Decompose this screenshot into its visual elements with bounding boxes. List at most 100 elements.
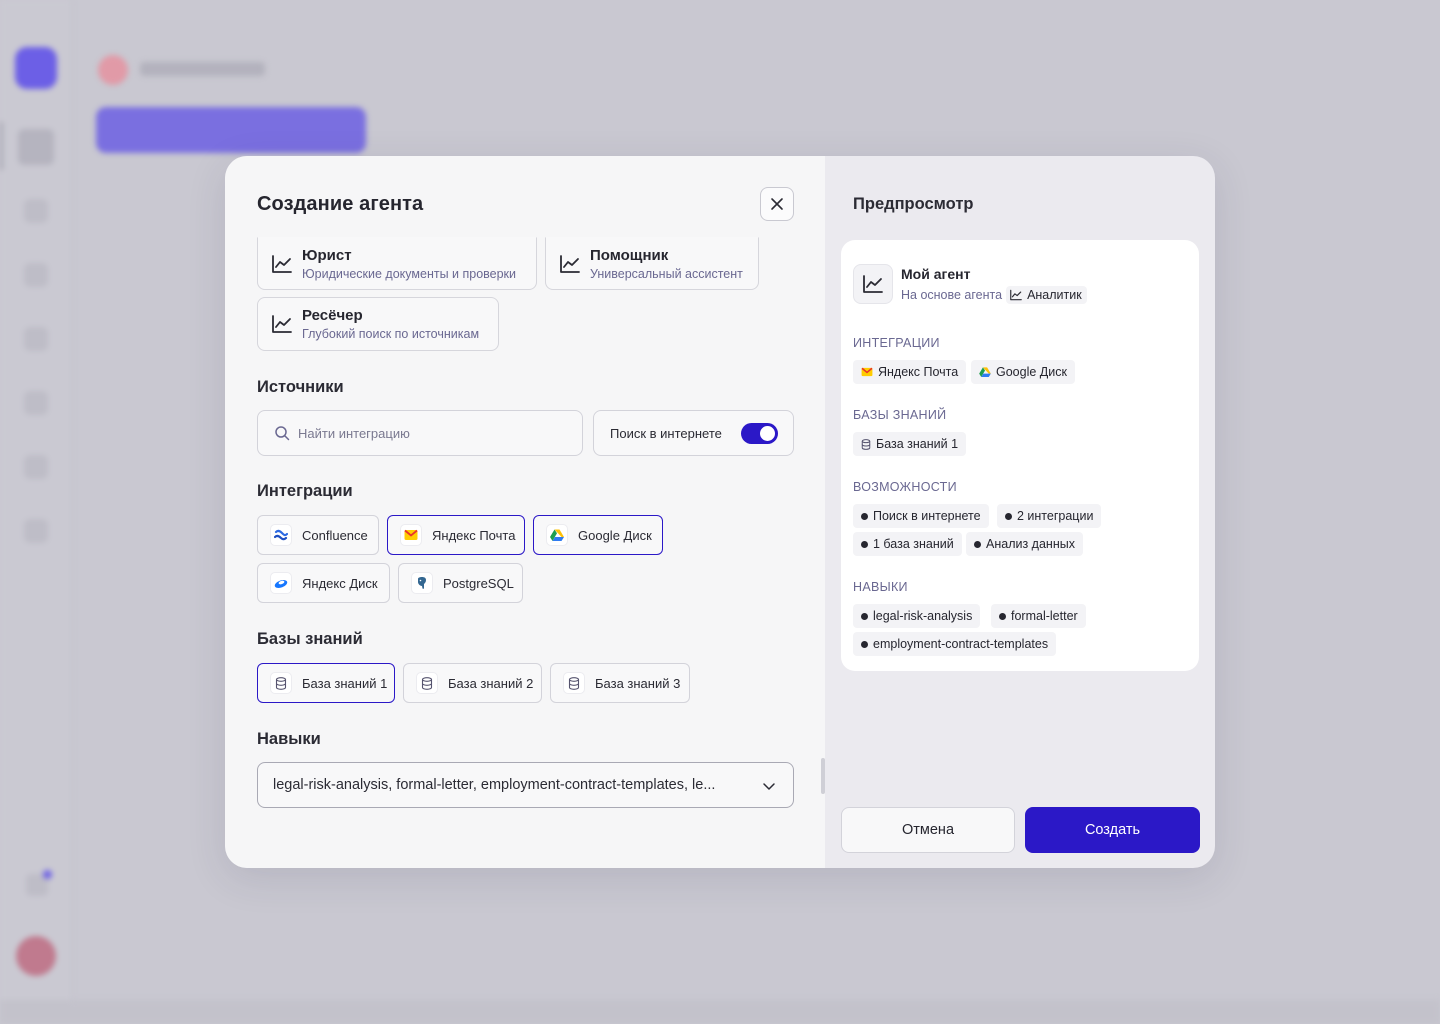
preview-based-on-chip: Аналитик [1006,286,1087,304]
cancel-button[interactable]: Отмена [841,807,1015,853]
dot-icon [999,612,1006,620]
switch-knob [760,426,775,441]
nav-item-icon [24,199,48,223]
preview-card: Мой агент На основе агента Аналитик ИНТЕ… [841,240,1199,671]
integration-search [257,410,583,456]
preview-skill-label: formal-letter [1011,609,1078,623]
knowledge-label: База знаний 2 [448,675,534,691]
integrations-title: Интеграции [257,482,353,500]
preview-integration-label: Яндекс Почта [878,365,959,379]
chevron-down-icon [763,783,775,790]
dot-icon [1005,512,1012,520]
preview-capability-tag: 2 интеграции [997,504,1102,528]
preview-knowledge-item: База знаний 1 [876,437,959,451]
integration-yandex-mail[interactable]: Яндекс Почта [387,515,525,555]
preview-capabilities-label: ВОЗМОЖНОСТИ [853,480,957,494]
knowledge-label: База знаний 3 [595,675,681,691]
nav-item-icon [24,327,48,351]
integration-google-drive[interactable]: Google Диск [533,515,663,555]
workspace-name [140,62,265,76]
agent-template-desc: Универсальный ассистент [590,266,743,281]
preview-capability-tag: 1 база знаний [853,532,962,556]
preview-knowledge-tag: База знаний 1 [853,432,967,456]
database-icon [563,672,585,694]
dot-icon [861,640,868,648]
knowledge-base-1[interactable]: База знаний 1 [257,663,395,703]
skills-select[interactable]: legal-risk-analysis, formal-letter, empl… [257,762,794,808]
preview-skills-label: НАВЫКИ [853,580,908,594]
knowledge-title: Базы знаний [257,630,363,648]
preview-based-on-agent: Аналитик [1027,288,1082,302]
knowledge-base-2[interactable]: База знаний 2 [403,663,542,703]
background-create-button [96,107,366,153]
preview-integration-label: Google Диск [996,365,1067,379]
modal-form-panel: Создание агента Юрист Юридические докуме… [225,156,825,868]
preview-capability-label: 1 база знаний [873,537,954,551]
form-scrollbar[interactable] [821,758,825,794]
agent-template-desc: Глубокий поиск по источникам [302,327,480,341]
yandex-mail-icon [861,367,873,377]
preview-skill-label: employment-contract-templates [873,637,1049,651]
create-button[interactable]: Создать [1025,807,1200,853]
preview-skill-label: legal-risk-analysis [873,609,973,623]
integration-confluence[interactable]: Confluence [257,515,379,555]
search-icon [275,426,290,441]
sources-title: Источники [257,378,344,396]
chart-line-icon [863,275,883,293]
dot-icon [861,612,868,620]
close-icon [771,198,783,210]
nav-item-icon [24,263,48,287]
create-agent-modal: Создание агента Юрист Юридические докуме… [225,156,1215,868]
integration-label: Яндекс Диск [302,575,378,591]
preview-capability-tag: Поиск в интернете [853,504,989,528]
preview-capability-label: Анализ данных [986,537,1075,551]
nav-item-icon [24,391,48,415]
integration-label: PostgreSQL [443,575,514,591]
dot-icon [861,512,868,520]
database-icon [416,672,438,694]
preview-skill-tag: formal-letter [991,604,1086,628]
google-drive-icon [546,524,568,546]
yandex-disk-icon [270,572,292,594]
preview-skill-tag: legal-risk-analysis [853,604,981,628]
chart-line-icon [272,254,292,273]
database-icon [270,672,292,694]
preview-skill-tag: employment-contract-templates [853,632,1057,656]
background-footer [0,1000,1440,1024]
agent-template-name: Помощник [590,246,669,264]
agent-template-name: Ресёчер [302,307,363,324]
nav-active-indicator [0,122,3,170]
postgresql-icon [411,572,433,594]
preview-knowledge-label: БАЗЫ ЗНАНИЙ [853,408,947,422]
integration-search-input[interactable] [298,425,558,441]
user-avatar [16,936,56,976]
preview-based-on: На основе агента Аналитик [901,286,1087,304]
knowledge-base-3[interactable]: База знаний 3 [550,663,690,703]
dot-icon [861,540,868,548]
preview-integration-tag: Google Диск [971,360,1075,384]
integration-postgresql[interactable]: PostgreSQL [398,563,523,603]
preview-title: Предпросмотр [853,195,974,213]
preview-capability-label: 2 интеграции [1017,509,1094,523]
yandex-mail-icon [400,524,422,546]
notification-icon [26,870,52,896]
preview-integration-tag: Яндекс Почта [853,360,967,384]
skills-title: Навыки [257,730,321,748]
integration-label: Confluence [302,527,368,543]
integration-yandex-disk[interactable]: Яндекс Диск [257,563,390,603]
chart-line-icon [272,315,292,333]
agent-template-assistant[interactable]: Помощник Универсальный ассистент [545,237,759,290]
preview-integrations-label: ИНТЕГРАЦИИ [853,336,940,350]
agent-template-name: Юрист [302,246,352,264]
agent-template-lawyer[interactable]: Юрист Юридические документы и проверки [257,237,537,290]
modal-title: Создание агента [257,193,424,215]
integration-label: Яндекс Почта [432,527,516,543]
chart-line-icon [1010,289,1022,301]
agent-template-researcher[interactable]: Ресёчер Глубокий поиск по источникам [257,297,499,351]
confluence-icon [270,524,292,546]
web-search-toggle-box: Поиск в интернете [593,410,794,456]
nav-item-icon [24,519,48,543]
close-button[interactable] [760,187,794,221]
agent-template-desc: Юридические документы и проверки [302,266,517,281]
web-search-switch[interactable] [741,423,778,444]
